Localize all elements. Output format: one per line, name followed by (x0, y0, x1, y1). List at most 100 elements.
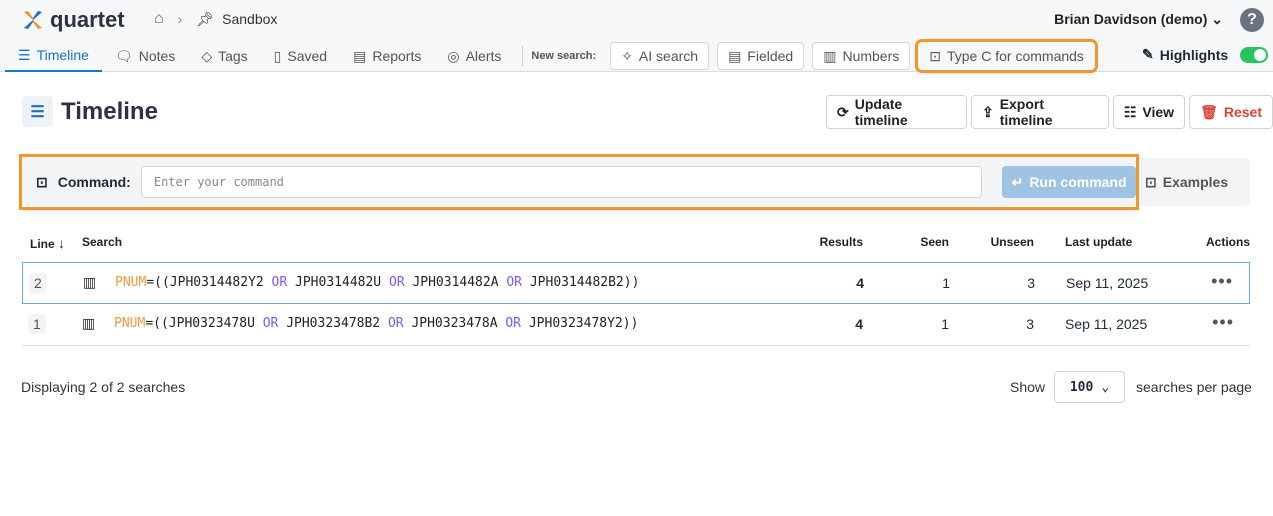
query-open: =(( (145, 316, 169, 331)
more-actions-icon[interactable]: ••• (1211, 271, 1233, 292)
page-actions: ⟳ Update timeline ⇪ Export timeline ☷ View … (826, 95, 1273, 129)
chevron-down-icon: ⌄ (1211, 11, 1223, 27)
unseen-count: 3 (1026, 316, 1034, 332)
arrow-down-icon: ↓ (58, 235, 66, 251)
results-count[interactable]: 4 (824, 275, 864, 291)
export-timeline-button[interactable]: ⇪ Export timeline (970, 95, 1109, 129)
button-label: Type C for commands (946, 48, 1084, 64)
terminal-icon: ⊡ (929, 47, 941, 64)
new-search-label: New search: (531, 50, 597, 62)
chevron-down-icon: ⌄ (1101, 379, 1110, 395)
unseen-count: 3 (1027, 275, 1035, 291)
per-page-value: 100 (1069, 379, 1094, 395)
displaying-count: Displaying 2 of 2 searches (21, 379, 186, 395)
sparkle-icon: ✧ (621, 47, 633, 64)
fielded-button[interactable]: ▤ Fielded (717, 42, 805, 70)
query-close: )) (622, 316, 639, 331)
tag-icon: ◇ (201, 47, 213, 64)
seen-count: 1 (941, 316, 949, 332)
button-label: Reset (1223, 104, 1262, 120)
ai-search-button[interactable]: ✧ AI search (610, 42, 710, 70)
more-actions-icon[interactable]: ••• (1212, 312, 1234, 333)
table-row[interactable]: 1 ▥ PNUM=((JPH0323478U OR JPH0323478B2 O… (22, 304, 1250, 346)
numbers-icon: ▥ (83, 274, 97, 290)
logo[interactable]: quartet (22, 7, 125, 33)
query-operator: OR (388, 275, 405, 290)
home-icon[interactable]: ⌂ (154, 10, 164, 28)
command-label: Command: (57, 174, 131, 190)
header-label: Line (30, 237, 55, 251)
numbers-icon: ▥ (82, 315, 96, 331)
button-label: Numbers (842, 48, 900, 64)
query-operator: OR (262, 316, 279, 331)
terminal-icon: ⊡ (36, 173, 48, 190)
query-term: JPH0323478B2 (286, 316, 381, 331)
show-label: Show (1010, 379, 1046, 395)
tab-label: Saved (287, 48, 328, 64)
tab-alerts[interactable]: ◎ Alerts (434, 40, 514, 72)
update-timeline-button[interactable]: ⟳ Update timeline (826, 95, 967, 129)
run-command-button[interactable]: ↵ Run command (1002, 166, 1136, 198)
enter-icon: ↵ (1011, 173, 1024, 190)
seen-count: 1 (942, 275, 950, 291)
search-query[interactable]: PNUM=((JPH0323478U OR JPH0323478B2 OR JP… (114, 316, 638, 331)
sliders-icon: ☷ (1123, 103, 1137, 120)
user-name: Brian Davidson (demo) (1054, 11, 1208, 27)
query-term: JPH0323478Y2 (528, 316, 623, 331)
button-label: Export timeline (999, 96, 1053, 128)
tab-label: Notes (138, 48, 176, 64)
refresh-icon: ⟳ (837, 103, 849, 120)
tab-notes[interactable]: 🗨︎ Notes (102, 40, 188, 72)
col-line[interactable]: Line ↓ (30, 235, 65, 251)
button-label: AI search (638, 48, 699, 64)
button-label: Fielded (747, 48, 794, 64)
last-update: Sep 11, 2025 (1065, 316, 1148, 332)
line-number: 2 (29, 273, 47, 293)
tab-tags[interactable]: ◇ Tags (188, 40, 260, 72)
pencil-icon: ✎ (1142, 46, 1154, 62)
list-icon: ▤ (728, 47, 742, 64)
col-seen: Seen (920, 235, 949, 249)
command-bar: ⊡ Command: ↵ Run command (19, 154, 1139, 210)
query-operator: OR (271, 275, 288, 290)
title-text: Timeline (61, 97, 158, 125)
timeline-icon: ☰ (18, 46, 31, 63)
tab-label: Tags (218, 48, 248, 64)
view-button[interactable]: ☷ View (1112, 95, 1186, 129)
breadcrumb-sandbox[interactable]: Sandbox (222, 11, 277, 27)
query-field: PNUM (115, 275, 147, 290)
logo-text: quartet (50, 7, 125, 32)
commands-button[interactable]: ⊡ Type C for commands (915, 39, 1098, 73)
query-operator: OR (505, 316, 522, 331)
query-term: JPH0323478U (168, 316, 255, 331)
command-input[interactable] (140, 166, 983, 198)
col-results: Results (819, 235, 863, 249)
results-count[interactable]: 4 (823, 316, 863, 332)
per-page-select[interactable]: 100 ⌄ (1054, 371, 1125, 403)
tab-label: Reports (372, 48, 422, 64)
reset-button[interactable]: 🗑︎ Reset (1189, 95, 1273, 129)
search-query[interactable]: PNUM=((JPH0314482Y2 OR JPH0314482U OR JP… (115, 275, 639, 290)
user-menu[interactable]: Brian Davidson (demo) ⌄ (1054, 11, 1223, 28)
chevron-right-icon: › (177, 11, 183, 27)
tab-reports[interactable]: ▤ Reports (340, 40, 434, 72)
query-open: =(( (146, 275, 170, 290)
tab-saved[interactable]: ▯ Saved (261, 40, 340, 72)
query-operator: OR (387, 316, 404, 331)
query-field: PNUM (114, 316, 146, 331)
help-button[interactable]: ? (1240, 8, 1264, 32)
highlights-toggle[interactable]: ✎ Highlights (1142, 46, 1269, 63)
col-last-update: Last update (1065, 235, 1133, 249)
numbers-button[interactable]: ▥ Numbers (812, 42, 911, 70)
main-nav: ☰ Timeline 🗨︎ Notes ◇ Tags ▯ Saved ▤ Reports … (5, 39, 1103, 73)
numbers-icon: ▥ (823, 47, 837, 64)
button-label: Update timeline (854, 96, 908, 128)
tab-timeline[interactable]: ☰ Timeline (5, 40, 102, 72)
pin-icon: 📌︎ (196, 10, 215, 27)
trash-icon: 🗑︎ (1200, 103, 1218, 120)
toggle-switch[interactable] (1240, 46, 1269, 63)
col-actions: Actions (1205, 235, 1250, 249)
examples-button[interactable]: ⊡ Examples (1145, 174, 1228, 191)
table-row[interactable]: 2 ▥ PNUM=((JPH0314482Y2 OR JPH0314482U O… (22, 262, 1250, 304)
query-term: JPH0314482Y2 (169, 275, 264, 290)
